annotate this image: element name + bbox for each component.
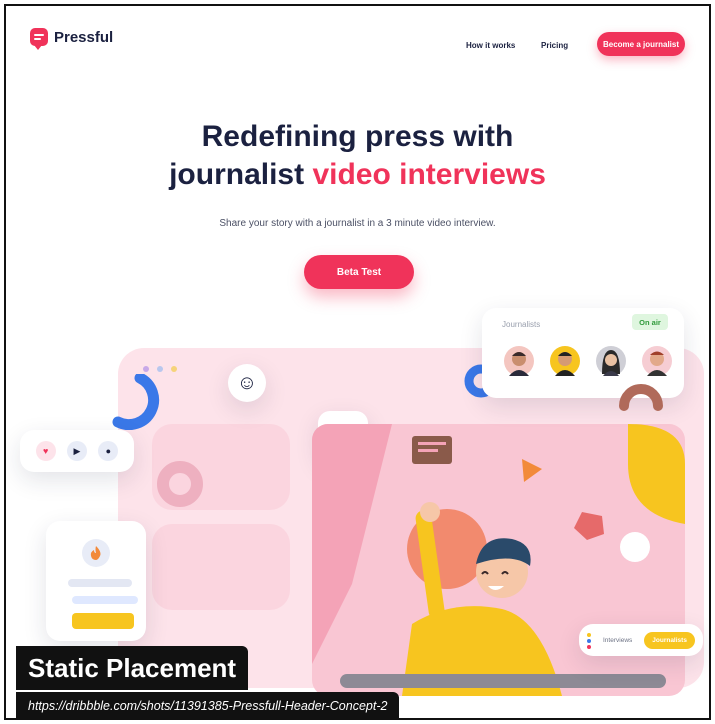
placeholder-tile bbox=[152, 524, 290, 610]
journalists-title: Journalists bbox=[502, 320, 541, 329]
skeleton-line bbox=[68, 579, 132, 587]
brown-arc-shape bbox=[619, 384, 663, 411]
toggle-interviews[interactable]: Interviews bbox=[603, 637, 632, 644]
nav-pricing[interactable]: Pricing bbox=[541, 41, 568, 50]
reaction-controls: ♥ ▶ ● bbox=[20, 430, 134, 472]
profile-action[interactable] bbox=[72, 613, 134, 629]
become-journalist-button[interactable]: Become a journalist bbox=[597, 32, 685, 56]
fire-icon bbox=[82, 539, 110, 567]
user-icon[interactable]: ● bbox=[98, 441, 119, 461]
mode-toggle: Interviews Journalists bbox=[579, 624, 703, 656]
smiley-emoji-icon: ☺ bbox=[228, 364, 266, 402]
journalist-avatar[interactable] bbox=[596, 346, 626, 376]
hero-title-line-2: journalist video interviews bbox=[6, 156, 709, 194]
toggle-dots bbox=[587, 633, 591, 649]
toggle-journalists[interactable]: Journalists bbox=[644, 631, 695, 649]
logo-text: Pressful bbox=[54, 28, 114, 46]
hero-title-line-1: Redefining press with bbox=[201, 120, 514, 153]
journalist-avatar[interactable] bbox=[504, 346, 534, 376]
screenshot-frame: Pressful How it works Pricing Become a j… bbox=[4, 4, 711, 720]
caption-label: Static Placement bbox=[16, 646, 249, 690]
on-air-badge: On air bbox=[632, 314, 668, 330]
dot-icon bbox=[143, 366, 149, 372]
skeleton-line bbox=[72, 596, 138, 604]
source-url: https://dribbble.com/shots/11391385-Pres… bbox=[16, 692, 400, 718]
nav-how-it-works[interactable]: How it works bbox=[466, 41, 515, 50]
hero-title-journalist: journalist bbox=[169, 158, 305, 191]
profile-card bbox=[46, 521, 146, 641]
dot-icon bbox=[171, 366, 177, 372]
hero-subtitle: Share your story with a journalist in a … bbox=[219, 218, 496, 229]
beta-test-button[interactable]: Beta Test bbox=[304, 255, 414, 289]
heart-icon[interactable]: ♥ bbox=[35, 441, 56, 461]
blue-arc-shape bbox=[112, 374, 160, 430]
journalist-avatar[interactable] bbox=[642, 346, 672, 376]
journalist-avatar[interactable] bbox=[550, 346, 580, 376]
logo-chat-icon bbox=[30, 28, 48, 50]
hero-title-accent: video interviews bbox=[312, 158, 546, 191]
window-dots bbox=[143, 366, 177, 372]
logo[interactable]: Pressful bbox=[30, 28, 114, 50]
dot-icon bbox=[157, 366, 163, 372]
pink-donut-shape bbox=[157, 461, 203, 507]
play-icon[interactable]: ▶ bbox=[66, 441, 87, 461]
